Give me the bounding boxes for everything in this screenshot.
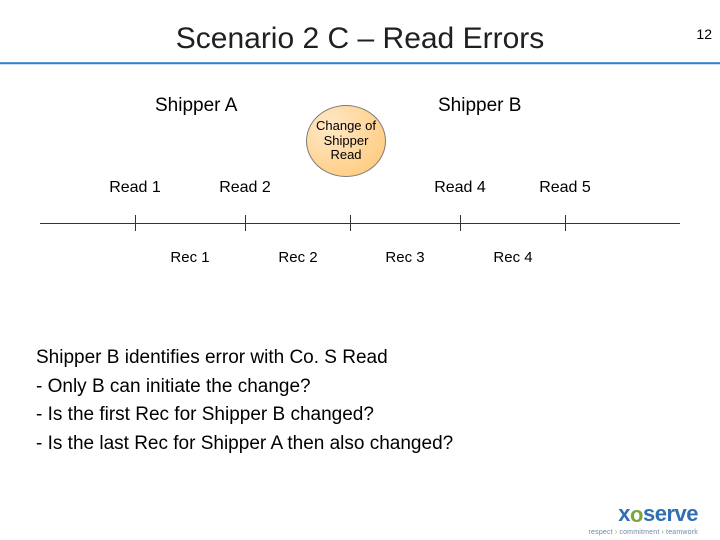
timeline-diagram: Shipper A Shipper B Change of Shipper Re…: [0, 75, 720, 305]
label-rec-1: Rec 1: [170, 249, 209, 266]
page-title: Scenario 2 C – Read Errors: [0, 22, 720, 56]
title-underline: [0, 62, 720, 65]
body-bullet-1: - Only B can initiate the change?: [36, 373, 680, 402]
timeline-axis: [40, 223, 680, 224]
page-number: 12: [696, 26, 712, 42]
label-rec-3: Rec 3: [385, 249, 424, 266]
label-read-1: Read 1: [109, 179, 161, 197]
tag-teamwork: teamwork: [666, 529, 698, 536]
tick-read-1: [135, 215, 136, 231]
shipper-b-label: Shipper B: [438, 95, 521, 117]
logo: xoserve respect›commitment›teamwork: [568, 501, 698, 536]
timeline: Read 1 Read 2 Read 4 Read 5 Rec 1 Rec 2 …: [40, 205, 680, 245]
tag-commitment: commitment: [619, 529, 659, 536]
body-bullet-2: - Is the first Rec for Shipper B changed…: [36, 401, 680, 430]
change-of-shipper-bubble: Change of Shipper Read: [306, 105, 386, 177]
label-rec-4: Rec 4: [493, 249, 532, 266]
logo-tagline: respect›commitment›teamwork: [568, 529, 698, 536]
tick-read-5: [565, 215, 566, 231]
tick-change: [350, 215, 351, 231]
label-rec-2: Rec 2: [278, 249, 317, 266]
body-bullet-3: - Is the last Rec for Shipper A then als…: [36, 430, 680, 459]
body-line-1: Shipper B identifies error with Co. S Re…: [36, 344, 680, 373]
tag-respect: respect: [589, 529, 613, 536]
shipper-a-label: Shipper A: [155, 95, 237, 117]
change-bubble-text: Change of Shipper Read: [311, 119, 381, 164]
tick-read-2: [245, 215, 246, 231]
label-read-2: Read 2: [219, 179, 271, 197]
tick-read-4: [460, 215, 461, 231]
label-read-4: Read 4: [434, 179, 486, 197]
label-read-5: Read 5: [539, 179, 591, 197]
logo-wordmark: xoserve: [568, 501, 698, 527]
body-text: Shipper B identifies error with Co. S Re…: [36, 344, 680, 458]
